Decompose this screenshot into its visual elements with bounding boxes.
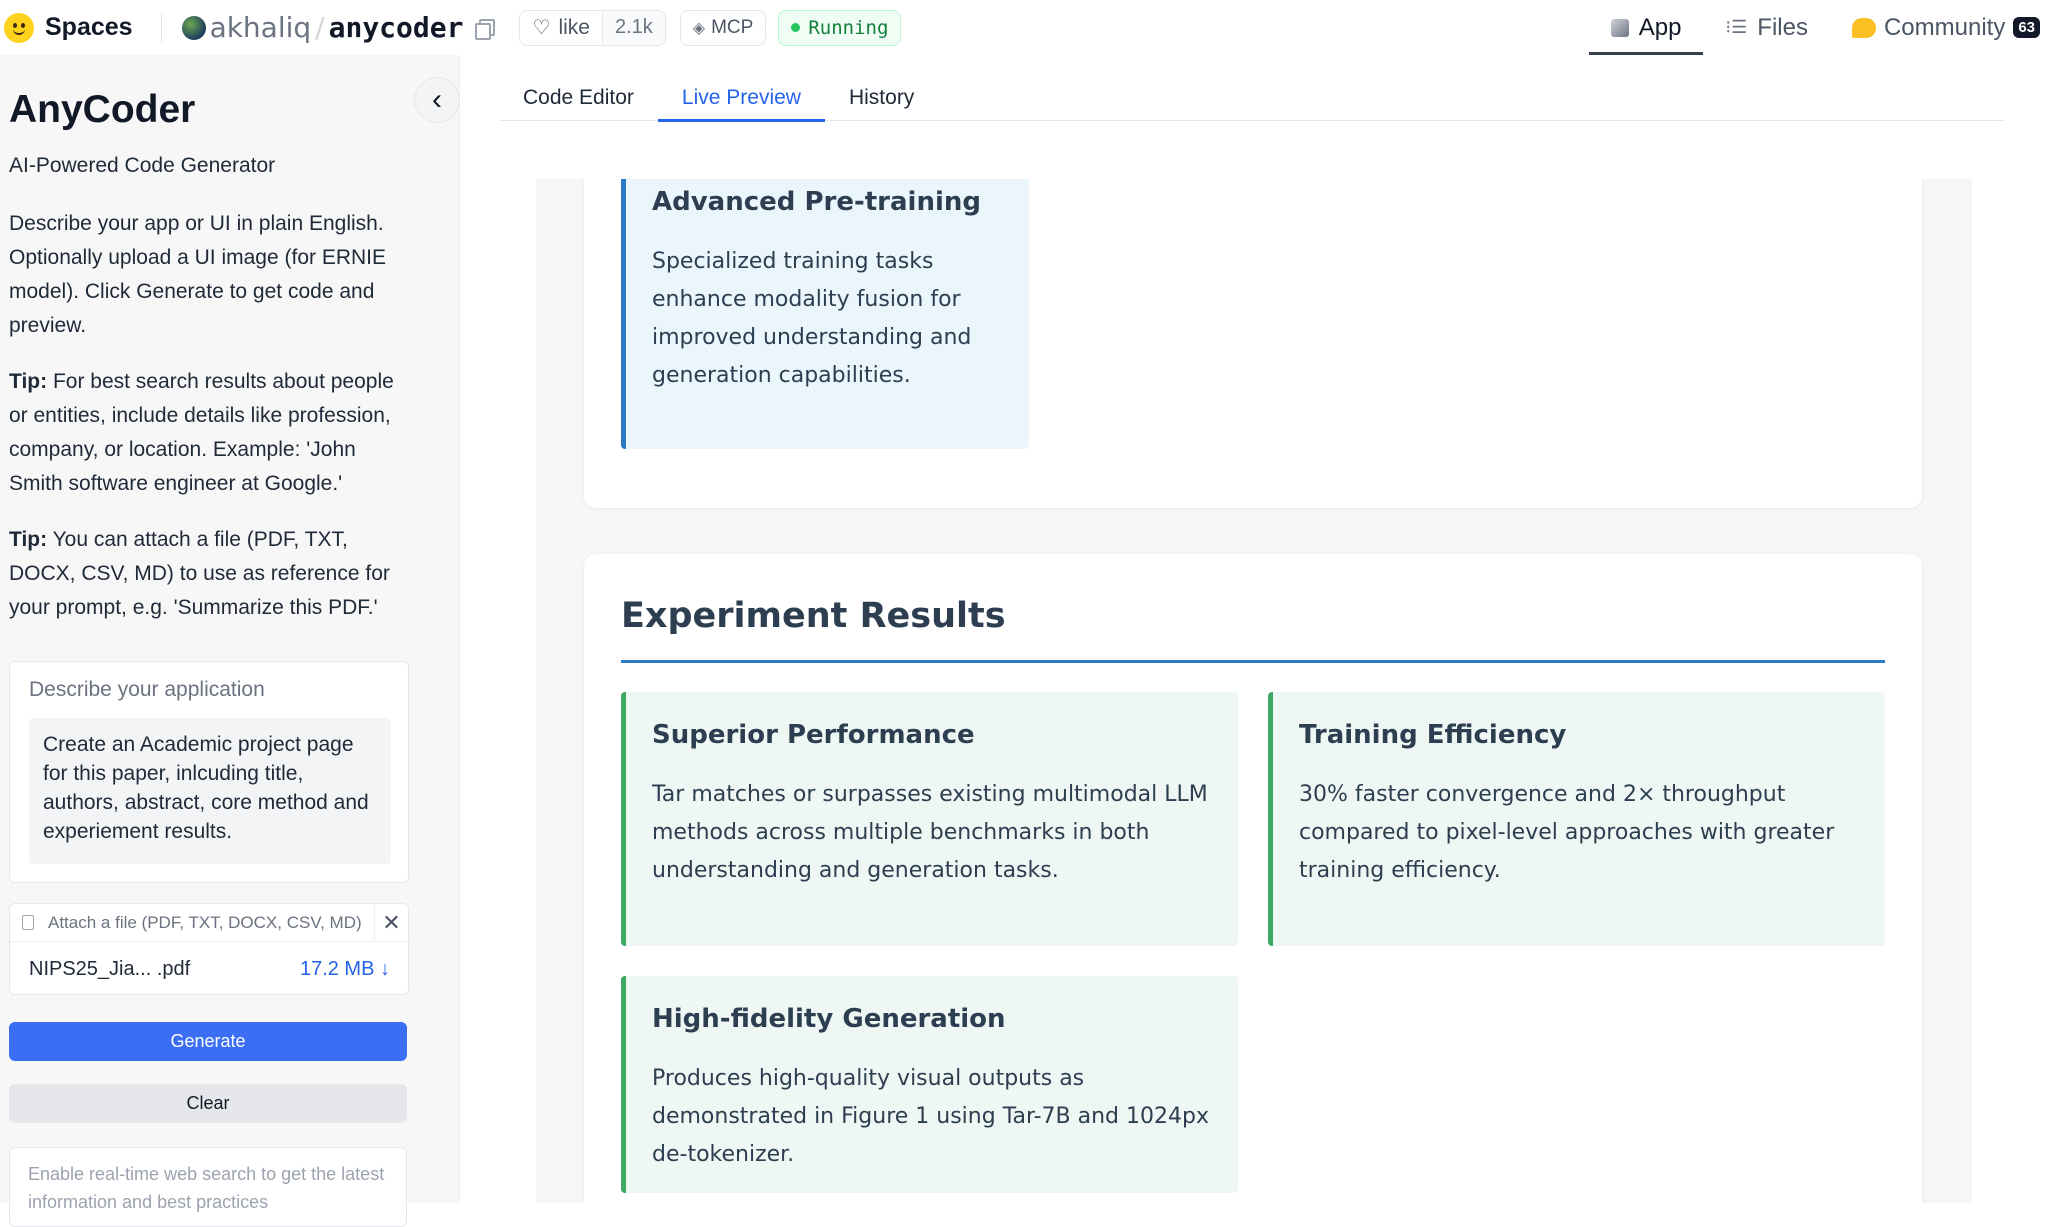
like-label: like <box>558 15 590 39</box>
mcp-button[interactable]: ◈ MCP <box>679 9 767 46</box>
result-text: 30% faster convergence and 2× throughput… <box>1299 782 1835 883</box>
status-label: Running <box>808 16 889 39</box>
result-text: Produces high-quality visual outputs as … <box>652 1066 1209 1167</box>
user-name-link[interactable]: akhaliq <box>210 11 312 44</box>
tip-search: Tip: For best search results about peopl… <box>9 365 409 501</box>
top-bar-left: Spaces akhaliq / anycoder ♡ like 2.1k ◈ … <box>0 0 902 55</box>
result-title: Superior Performance <box>652 720 975 750</box>
mcp-label: MCP <box>711 16 754 38</box>
file-upload-label: Attach a file (PDF, TXT, DOCX, CSV, MD) <box>48 912 362 932</box>
app-description: Describe your app or UI in plain English… <box>9 212 387 337</box>
mcp-icon: ◈ <box>692 19 706 37</box>
main-panel: Code Editor Live Preview History Advance… <box>461 55 2048 1203</box>
divider <box>160 12 162 43</box>
tip-attach: Tip: You can attach a file (PDF, TXT, DO… <box>9 523 409 625</box>
feature-card: Advanced Pre-training Specialized traini… <box>621 179 1029 449</box>
file-icon <box>22 915 34 930</box>
live-preview-frame[interactable]: Advanced Pre-training Specialized traini… <box>536 179 1972 1203</box>
app-title: AnyCoder <box>9 88 196 131</box>
feature-title: Advanced Pre-training <box>652 187 981 217</box>
result-title: High-fidelity Generation <box>652 1004 1006 1034</box>
prompt-textarea[interactable]: Create an Academic project page for this… <box>29 718 391 864</box>
web-search-option[interactable]: Enable real-time web search to get the l… <box>9 1147 407 1227</box>
huggingface-logo-icon[interactable] <box>4 12 34 43</box>
result-card: Superior Performance Tar matches or surp… <box>621 692 1238 946</box>
collapse-sidebar-button[interactable]: ‹ <box>414 77 460 123</box>
tip-label: Tip: <box>9 528 48 551</box>
tab-live-preview[interactable]: Live Preview <box>657 75 826 122</box>
tab-code-editor[interactable]: Code Editor <box>499 75 658 121</box>
status-badge[interactable]: Running <box>778 9 902 46</box>
file-download-link[interactable]: 17.2 MB ↓ <box>300 958 390 981</box>
nav-community[interactable]: Community 63 <box>1830 0 2048 55</box>
path-separator: / <box>315 11 325 44</box>
like-count[interactable]: 2.1k <box>601 10 665 45</box>
results-section: Experiment Results Superior Performance … <box>584 554 1922 1203</box>
copy-icon[interactable] <box>475 18 496 40</box>
section-divider <box>621 660 1885 663</box>
like-button[interactable]: ♡ like <box>520 11 602 45</box>
tip-text: For best search results about people or … <box>9 370 394 495</box>
result-card: High-fidelity Generation Produces high-q… <box>621 976 1238 1193</box>
files-icon: ⁝☰ <box>1725 17 1748 37</box>
cube-icon <box>1610 18 1629 37</box>
repo-name-link[interactable]: anycoder <box>329 11 464 44</box>
spaces-link[interactable]: Spaces <box>45 13 133 42</box>
like-control: ♡ like 2.1k <box>519 9 666 46</box>
nav-files-label: Files <box>1757 13 1808 41</box>
heart-icon: ♡ <box>532 16 551 39</box>
prompt-block: Describe your application Create an Acad… <box>9 661 409 883</box>
file-upload: Attach a file (PDF, TXT, DOCX, CSV, MD) … <box>9 903 410 995</box>
file-name: NIPS25_Jia... .pdf <box>29 958 191 980</box>
result-text: Tar matches or surpasses existing multim… <box>652 782 1208 883</box>
sidebar: AnyCoder AI-Powered Code Generator Descr… <box>0 55 460 1227</box>
prompt-label: Describe your application <box>29 678 265 701</box>
method-section: Advanced Pre-training Specialized traini… <box>584 179 1922 508</box>
user-avatar[interactable] <box>181 15 206 40</box>
close-icon: ✕ <box>382 910 401 935</box>
result-title: Training Efficiency <box>1299 720 1567 750</box>
top-nav: App ⁝☰ Files Community 63 <box>1588 0 2048 55</box>
nav-files[interactable]: ⁝☰ Files <box>1703 0 1830 55</box>
status-dot-icon <box>791 23 801 32</box>
feature-text: Specialized training tasks enhance modal… <box>652 249 972 388</box>
clear-button[interactable]: Clear <box>9 1084 407 1123</box>
generate-button[interactable]: Generate <box>9 1022 407 1061</box>
app-subtitle: AI-Powered Code Generator <box>9 154 276 177</box>
sidebar-intro: AnyCoder AI-Powered Code Generator Descr… <box>9 85 409 625</box>
nav-community-label: Community <box>1883 13 2006 41</box>
top-bar: Spaces akhaliq / anycoder ♡ like 2.1k ◈ … <box>0 0 2048 55</box>
result-card: Training Efficiency 30% faster convergen… <box>1268 692 1885 946</box>
section-title: Experiment Results <box>621 596 1006 636</box>
tab-history[interactable]: History <box>825 75 938 121</box>
nav-app-label: App <box>1638 13 1682 41</box>
file-upload-header: Attach a file (PDF, TXT, DOCX, CSV, MD) <box>10 904 410 942</box>
community-icon <box>1851 17 1876 38</box>
chevron-left-icon: ‹ <box>432 83 442 116</box>
remove-file-button[interactable]: ✕ <box>374 904 408 942</box>
tip-label: Tip: <box>9 370 48 393</box>
community-count-badge: 63 <box>2013 17 2040 38</box>
tab-bar: Code Editor Live Preview History <box>499 75 2005 122</box>
nav-app[interactable]: App <box>1588 0 1704 55</box>
tip-text: You can attach a file (PDF, TXT, DOCX, C… <box>9 528 390 619</box>
